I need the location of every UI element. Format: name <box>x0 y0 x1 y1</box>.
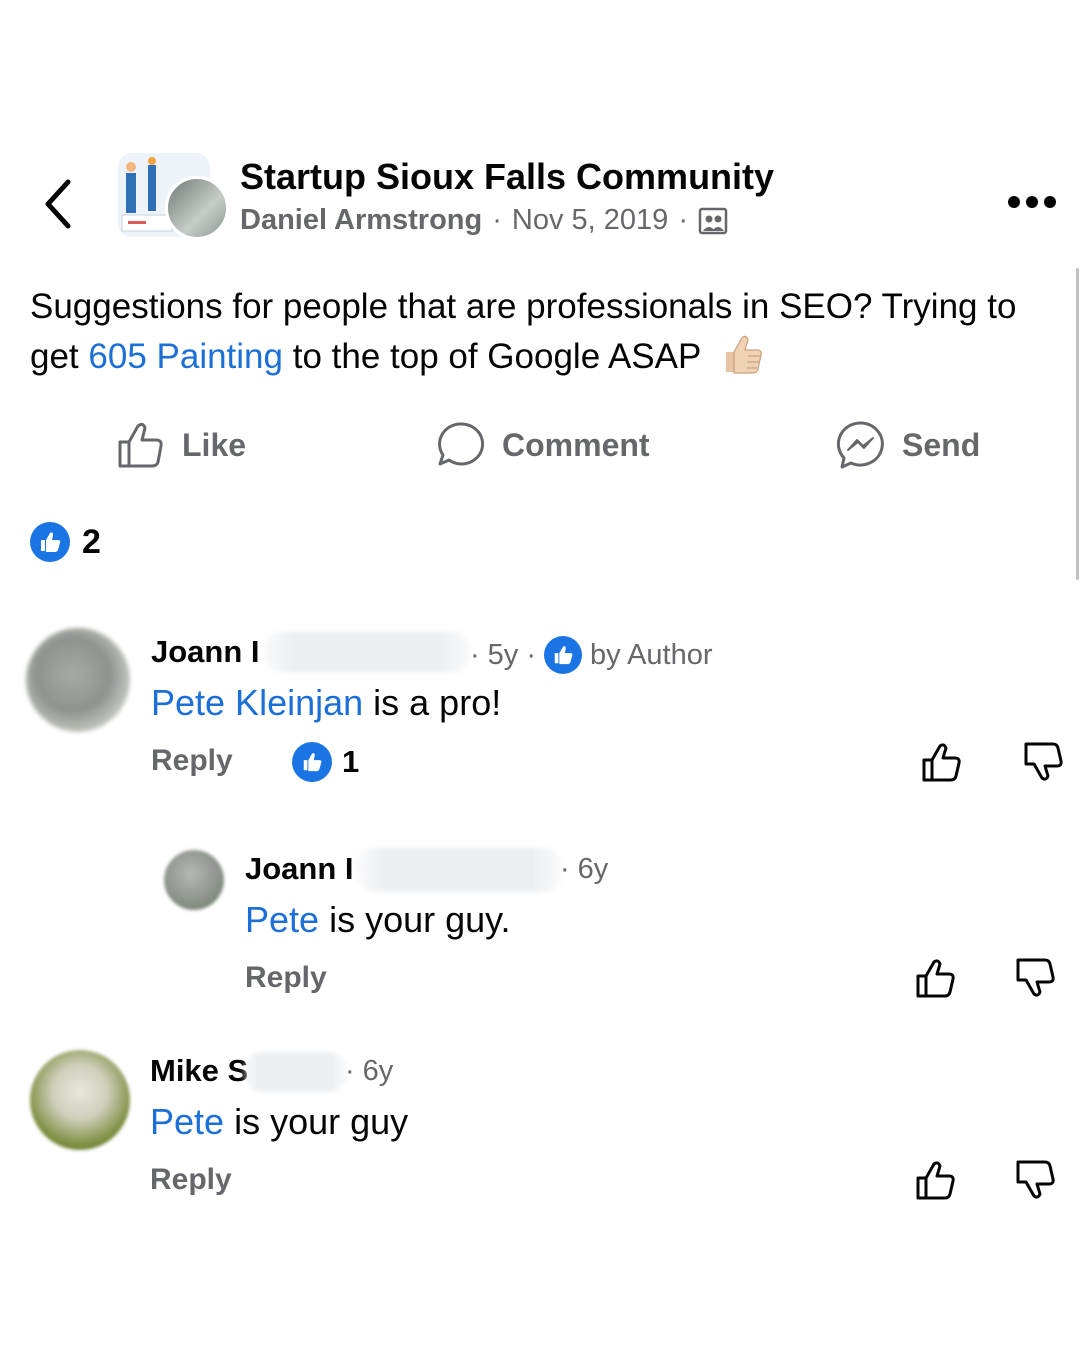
comment-button[interactable]: Comment <box>436 418 650 472</box>
commenter-name[interactable]: Joann I <box>245 851 354 887</box>
page-mention-link[interactable]: 605 Painting <box>88 337 283 376</box>
comment-bubble-icon <box>438 422 485 466</box>
post-meta: Daniel Armstrong · Nov 5, 2019 · <box>240 204 728 237</box>
mention-link[interactable]: Pete <box>245 899 319 940</box>
reply-button[interactable]: Reply <box>150 1163 232 1197</box>
redacted-name-blur <box>355 848 563 892</box>
back-chevron-icon[interactable] <box>40 178 76 230</box>
like-label: Like <box>182 426 247 463</box>
downvote-icon[interactable] <box>1014 956 1058 1000</box>
commenter-avatar[interactable] <box>164 850 224 910</box>
comment-text: Pete is your guy. <box>245 899 511 940</box>
reaction-count: 2 <box>82 522 101 561</box>
commenter-avatar[interactable] <box>26 628 130 732</box>
comment-meta: · 6y <box>560 853 609 885</box>
commenter-avatar[interactable] <box>30 1050 130 1150</box>
post-text: Suggestions for people that are professi… <box>30 287 1017 376</box>
comment-like-count: 1 <box>342 744 360 779</box>
commenter-name[interactable]: Joann I <box>151 634 260 670</box>
comment-time: 5y <box>487 638 519 671</box>
more-options-icon[interactable] <box>1008 196 1058 212</box>
post-author[interactable]: Daniel Armstrong <box>240 204 482 237</box>
like-reaction-icon <box>30 522 70 562</box>
meta-separator: · <box>492 204 502 236</box>
comment-text: Pete Kleinjan is a pro! <box>151 682 502 723</box>
send-button[interactable]: Send <box>836 418 980 472</box>
comment-reaction-summary[interactable]: 1 <box>292 742 359 782</box>
comment-label: Comment <box>502 426 650 463</box>
redacted-name-blur <box>242 1052 348 1092</box>
commenter-name[interactable]: Mike S <box>150 1053 248 1089</box>
mention-link[interactable]: Pete Kleinjan <box>151 682 363 723</box>
scrollbar[interactable] <box>1076 268 1079 580</box>
like-reaction-icon <box>292 742 332 782</box>
thumbs-up-emoji-icon <box>726 335 763 374</box>
reply-button[interactable]: Reply <box>245 961 327 995</box>
meta-separator: · <box>678 204 688 236</box>
upvote-icon[interactable] <box>914 956 958 1000</box>
downvote-icon[interactable] <box>1014 1158 1058 1202</box>
upvote-icon[interactable] <box>914 1158 958 1202</box>
messenger-icon <box>836 421 884 469</box>
downvote-icon[interactable] <box>1022 740 1066 784</box>
comment-text: Pete is your guy <box>150 1101 409 1142</box>
thumbs-up-icon <box>118 422 163 468</box>
comment-time: 6y <box>577 853 609 885</box>
upvote-icon[interactable] <box>920 740 964 784</box>
like-button[interactable]: Like <box>116 418 246 472</box>
comment-meta: · 6y <box>345 1055 394 1087</box>
group-name[interactable]: Startup Sioux Falls Community <box>240 156 774 198</box>
reaction-summary[interactable]: 2 <box>30 522 101 562</box>
mention-link[interactable]: Pete <box>150 1101 224 1142</box>
group-icon <box>698 207 728 234</box>
comment-meta: · 5y · by Author <box>470 636 713 674</box>
post-date[interactable]: Nov 5, 2019 <box>512 204 668 237</box>
author-avatar[interactable] <box>165 176 229 240</box>
author-like-icon <box>543 636 582 674</box>
comment-time: 6y <box>362 1055 394 1087</box>
reply-button[interactable]: Reply <box>151 744 233 778</box>
redacted-name-blur <box>262 632 472 672</box>
send-label: Send <box>902 426 981 463</box>
liked-by-author-label: by Author <box>589 638 713 671</box>
